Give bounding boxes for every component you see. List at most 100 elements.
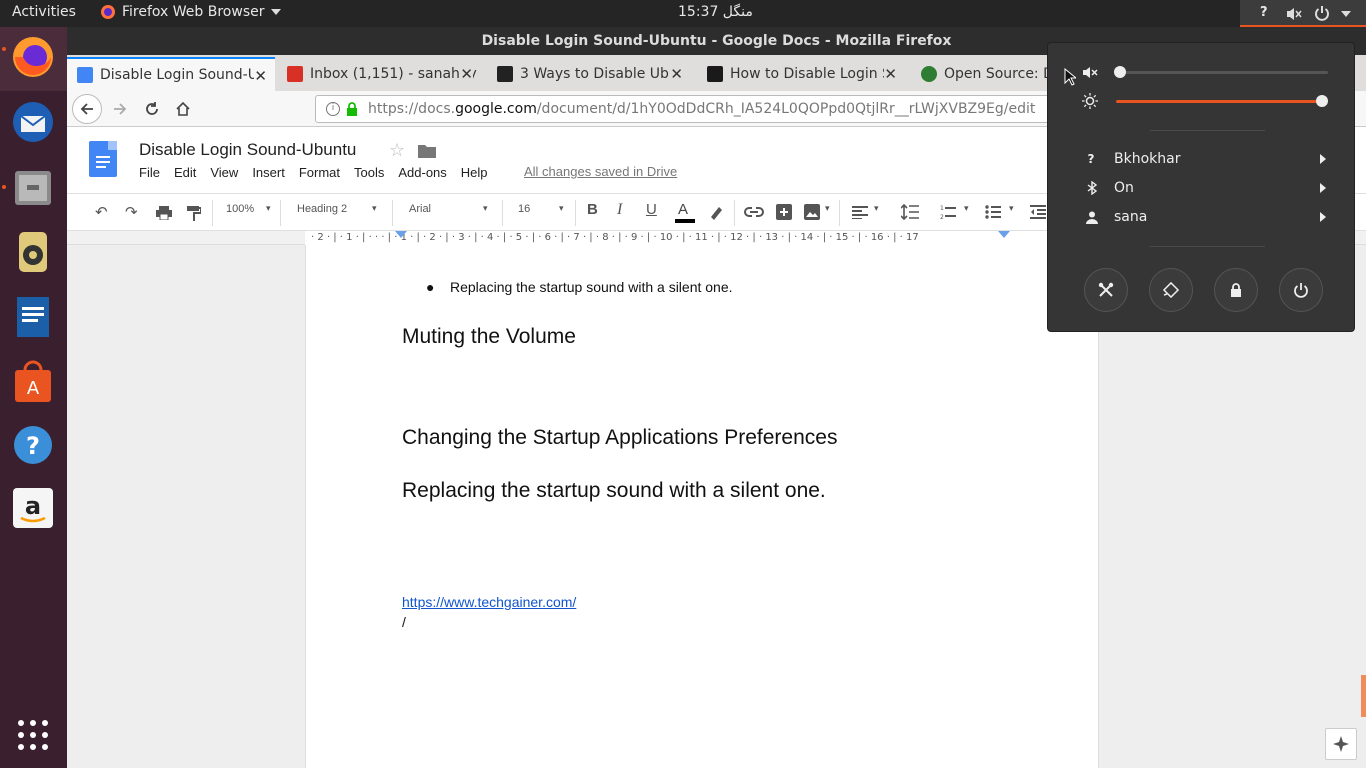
tab-google-docs[interactable]: Disable Login Sound-U ✕: [67, 57, 275, 91]
show-apps-icon[interactable]: [11, 713, 55, 757]
reload-button[interactable]: [137, 94, 167, 124]
tab-label: Disable Login Sound-U: [100, 67, 258, 83]
add-comment-icon[interactable]: [776, 204, 792, 220]
undo-icon[interactable]: ↶: [95, 203, 108, 221]
bulleted-list-icon[interactable]: [985, 204, 1001, 220]
italic-button[interactable]: I: [617, 201, 622, 219]
help-icon[interactable]: ?: [11, 423, 55, 467]
menu-view[interactable]: View: [210, 165, 238, 180]
firefox-small-icon: [101, 5, 115, 19]
text-color-button[interactable]: A: [675, 201, 695, 223]
menu-tools[interactable]: Tools: [354, 165, 384, 180]
close-tab-icon[interactable]: ✕: [254, 67, 267, 85]
bullet-item: Replacing the startup sound with a silen…: [450, 279, 733, 295]
menu-help[interactable]: Help: [461, 165, 488, 180]
tab-label: 3 Ways to Disable Ubu: [520, 66, 678, 82]
htg-favicon-icon: [707, 66, 723, 82]
files-icon[interactable]: [11, 165, 55, 209]
document-title[interactable]: Disable Login Sound-Ubuntu: [139, 140, 356, 160]
home-button[interactable]: [168, 94, 198, 124]
amazon-icon[interactable]: a: [11, 486, 55, 530]
insert-image-icon[interactable]: [804, 204, 820, 220]
close-tab-icon[interactable]: ✕: [460, 65, 473, 83]
right-indent-marker[interactable]: [998, 231, 1010, 238]
app-menu[interactable]: Firefox Web Browser: [100, 4, 281, 20]
folder-icon[interactable]: [418, 143, 436, 158]
bluetooth-menu-item[interactable]: On: [1048, 174, 1354, 202]
highlight-icon[interactable]: [708, 205, 724, 220]
url-bar[interactable]: i https://docs. google.com/document/d/1hY…: [315, 95, 1055, 123]
wifi-menu-item[interactable]: ? Bkhokhar: [1048, 145, 1354, 173]
submenu-arrow-icon: [1320, 212, 1326, 222]
settings-icon: [1098, 282, 1114, 297]
brightness-slider-knob[interactable]: [1316, 95, 1328, 107]
volume-slider-knob[interactable]: [1114, 66, 1126, 78]
line-spacing-icon[interactable]: [901, 204, 919, 220]
zoom-select[interactable]: 100%: [226, 203, 254, 215]
explore-button[interactable]: [1325, 728, 1357, 760]
svg-text:1: 1: [940, 205, 944, 212]
settings-button[interactable]: [1084, 268, 1128, 312]
clock[interactable]: 15:37 منگل: [678, 4, 753, 20]
docs-favicon-icon: [77, 67, 93, 83]
star-icon[interactable]: ☆: [389, 140, 405, 161]
font-size-select[interactable]: 16: [518, 203, 530, 215]
firefox-icon[interactable]: [11, 35, 55, 79]
activities-button[interactable]: Activities: [12, 4, 76, 20]
menu-file[interactable]: File: [139, 165, 160, 180]
save-status[interactable]: All changes saved in Drive: [524, 164, 677, 179]
tab-techgainer[interactable]: 3 Ways to Disable Ubu ✕: [487, 57, 691, 91]
home-icon: [176, 101, 190, 116]
menu-edit[interactable]: Edit: [174, 165, 196, 180]
close-tab-icon[interactable]: ✕: [884, 65, 897, 83]
paint-format-icon[interactable]: [187, 206, 201, 221]
system-tray[interactable]: ?: [1240, 0, 1366, 27]
info-icon[interactable]: i: [326, 102, 340, 116]
libreoffice-writer-icon[interactable]: [11, 295, 55, 339]
document-page[interactable]: ● Replacing the startup sound with a sil…: [305, 245, 1099, 768]
bullet-marker: ●: [426, 279, 435, 295]
left-indent-marker[interactable]: [395, 231, 407, 238]
decrease-indent-icon[interactable]: [1030, 204, 1046, 220]
thunderbird-icon[interactable]: [11, 100, 55, 144]
volume-slider[interactable]: [1120, 71, 1328, 74]
user-label: sana: [1114, 209, 1148, 225]
menu-add-ons[interactable]: Add-ons: [398, 165, 446, 180]
dock: A ? a: [0, 27, 67, 768]
chevron-down-icon: ▾: [372, 203, 377, 213]
bluetooth-icon: [1087, 181, 1098, 195]
user-icon: [1086, 211, 1098, 224]
font-select[interactable]: Arial: [409, 203, 431, 215]
brightness-slider[interactable]: [1116, 100, 1324, 103]
print-icon[interactable]: [156, 206, 172, 220]
scrollbar-thumb[interactable]: [1361, 675, 1366, 717]
link-icon[interactable]: [744, 206, 764, 218]
menu-format[interactable]: Format: [299, 165, 340, 180]
forward-button[interactable]: [105, 94, 135, 124]
underline-button[interactable]: U: [646, 201, 657, 218]
align-left-icon[interactable]: [852, 206, 868, 219]
style-select[interactable]: Heading 2: [297, 203, 347, 215]
techgainer-link[interactable]: https://www.techgainer.com/: [402, 594, 576, 610]
ruler-scale[interactable]: · 2 · | · 1 · | · · · | · 1 · | · 2 · | …: [305, 231, 1049, 245]
bold-button[interactable]: B: [587, 201, 598, 218]
bluetooth-label: On: [1114, 180, 1134, 196]
rotation-lock-button[interactable]: [1149, 268, 1193, 312]
power-off-button[interactable]: [1279, 268, 1323, 312]
software-center-icon[interactable]: A: [11, 360, 55, 404]
menu-insert[interactable]: Insert: [252, 165, 285, 180]
tab-gmail[interactable]: Inbox (1,151) - sanahay ✕: [277, 57, 481, 91]
lock-screen-button[interactable]: [1214, 268, 1258, 312]
explore-icon: [1333, 736, 1349, 752]
volume-muted-icon: [1083, 67, 1098, 78]
rhythmbox-icon[interactable]: [11, 230, 55, 274]
back-button[interactable]: [72, 94, 102, 124]
close-tab-icon[interactable]: ✕: [670, 65, 683, 83]
google-docs-logo-icon[interactable]: [89, 141, 117, 177]
chevron-down-icon: [270, 9, 281, 15]
redo-icon[interactable]: ↷: [125, 203, 138, 221]
user-menu-item[interactable]: sana: [1048, 203, 1354, 231]
chevron-down-icon: ▾: [483, 203, 488, 213]
tab-howtogeek[interactable]: How to Disable Login S ✕: [697, 57, 905, 91]
numbered-list-icon[interactable]: 12: [940, 204, 956, 220]
